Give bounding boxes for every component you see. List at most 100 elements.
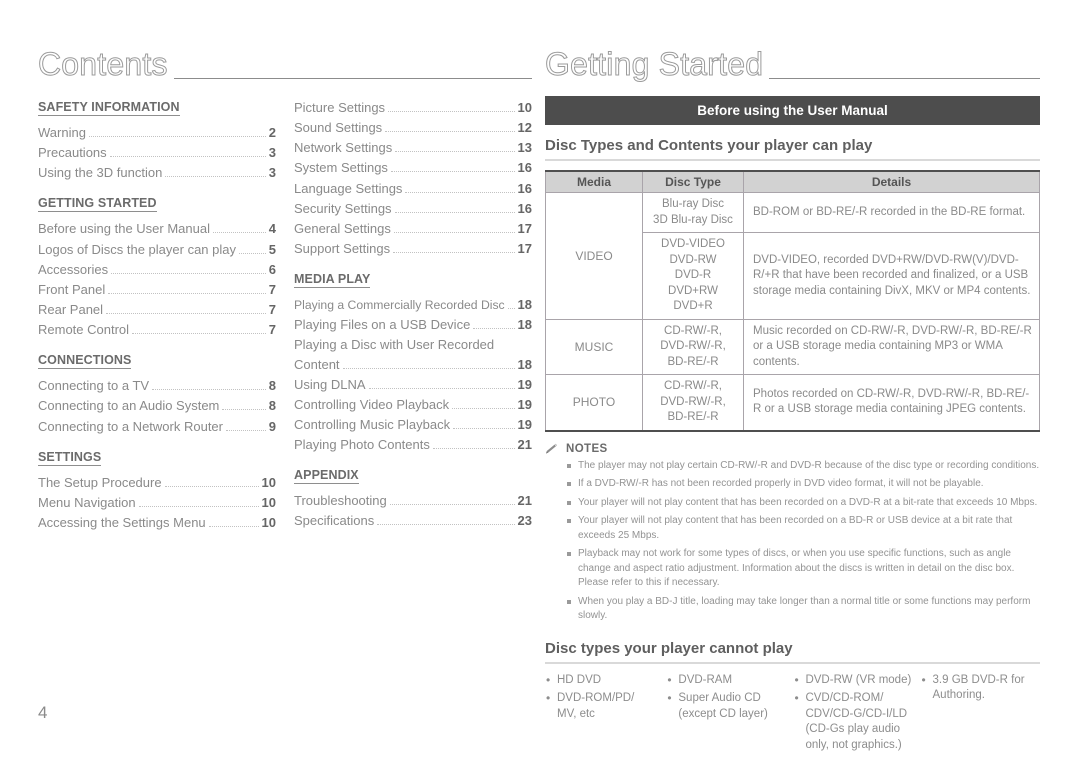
- toc-columns: SAFETY INFORMATION Warning 2 Precautions…: [38, 98, 532, 533]
- cell-disc-type: Blu-ray Disc 3D Blu-ray Disc: [642, 191, 744, 234]
- toc-entry-label: Picture Settings: [294, 100, 386, 115]
- toc-entry[interactable]: Precautions 3: [38, 143, 276, 163]
- disc-type-line: DVD-RW/-R,: [660, 395, 726, 408]
- notes-label: NOTES: [566, 442, 608, 455]
- table-head: Media Disc Type Details: [545, 171, 1040, 193]
- toc-entry-label: Accessing the Settings Menu: [38, 514, 206, 530]
- subsection-heading-disc-types-cannot-play: Disc types your player cannot play: [545, 640, 1040, 664]
- toc-entry-page: 19: [517, 376, 532, 392]
- cannot-play-item-continuation: CDV/CD-G/CD-I/LD: [805, 707, 908, 720]
- toc-entry[interactable]: Warning 2: [38, 123, 276, 143]
- cell-details: Photos recorded on CD-RW/-R, DVD-RW/-R, …: [743, 374, 1040, 432]
- toc-entry[interactable]: Playing Files on a USB Device 18: [294, 315, 532, 335]
- toc-entry-page: 4: [268, 221, 276, 237]
- toc-entry[interactable]: Front Panel 7: [38, 280, 276, 300]
- cannot-play-item: DVD-RW (VR mode): [793, 672, 914, 689]
- disc-type-line: DVD-VIDEO: [661, 238, 725, 251]
- toc-entry[interactable]: Sound Settings 12: [294, 118, 532, 138]
- toc-leader-dots: [393, 251, 515, 253]
- toc-entry-page: 5: [268, 241, 276, 257]
- toc-leader-dots: [473, 328, 515, 330]
- toc-leader-dots: [164, 485, 259, 487]
- table-row: VIDEO Blu-ray Disc 3D Blu-ray Disc BD-RO…: [545, 191, 1040, 320]
- toc-entry[interactable]: Support Settings 17: [294, 239, 532, 259]
- toc-entry-label: Troubleshooting: [294, 493, 387, 509]
- toc-leader-dots: [225, 429, 266, 431]
- cannot-play-list: HD DVD DVD-ROM/PD/ MV, etc: [545, 672, 660, 723]
- toc-entry-label: Specifications: [294, 513, 375, 529]
- toc-entry[interactable]: Connecting to an Audio System 8: [38, 396, 276, 416]
- disc-type-line: DVD+R: [673, 300, 713, 313]
- toc-entry-page: 18: [517, 297, 532, 313]
- disc-type-line: CD-RW/-R,: [664, 324, 722, 337]
- toc-entry-page: 19: [517, 396, 532, 412]
- toc-entry[interactable]: Menu Navigation 10: [38, 493, 276, 513]
- pencil-icon: [545, 443, 559, 455]
- toc-entry[interactable]: Network Settings 13: [294, 138, 532, 158]
- toc-leader-dots: [453, 427, 515, 429]
- toc-entry[interactable]: System Settings 16: [294, 158, 532, 178]
- toc-entry[interactable]: Language Settings 16: [294, 179, 532, 199]
- toc-entry[interactable]: Connecting to a Network Router 9: [38, 417, 276, 437]
- toc-leader-dots: [452, 407, 515, 409]
- note-item: The player may not play certain CD-RW/-R…: [567, 459, 1040, 474]
- toc-leader-dots: [212, 232, 266, 234]
- subsection-heading-disc-types-can-play: Disc Types and Contents your player can …: [545, 137, 1040, 161]
- toc-entry-page: 23: [517, 513, 532, 529]
- toc-entry-label-line1: Playing a Disc with User Recorded: [294, 337, 495, 353]
- toc-entry[interactable]: Before using the User Manual 4: [38, 219, 276, 239]
- toc-entry-label: Playing a Commercially Recorded Disc: [294, 298, 505, 313]
- toc-entry-label: Support Settings: [294, 240, 391, 256]
- cannot-play-column-1: HD DVD DVD-ROM/PD/ MV, etc: [545, 672, 666, 757]
- toc-entry-page: 16: [517, 200, 532, 216]
- toc-entry[interactable]: Playing Photo Contents 21: [294, 435, 532, 455]
- toc-entry[interactable]: Playing a Disc with User Recorded Conten…: [294, 335, 532, 374]
- toc-entry[interactable]: Rear Panel 7: [38, 300, 276, 320]
- cannot-play-list: DVD-RW (VR mode) CVD/CD-ROM/ CDV/CD-G/CD…: [793, 672, 914, 754]
- toc-entry[interactable]: Picture Settings 10: [294, 98, 532, 118]
- toc-entry-page: 18: [517, 356, 532, 372]
- toc-entry[interactable]: Specifications 23: [294, 511, 532, 531]
- toc-leader-dots: [507, 308, 515, 310]
- toc-leader-dots: [388, 111, 515, 112]
- toc-leader-dots: [109, 156, 266, 158]
- toc-leader-dots: [111, 272, 266, 274]
- toc-entry-page: 7: [268, 301, 276, 317]
- disc-type-line: Blu-ray Disc: [662, 198, 724, 210]
- title-rule: [769, 78, 1040, 79]
- toc-entry[interactable]: Remote Control 7: [38, 320, 276, 340]
- toc-entry-page: 10: [261, 494, 276, 510]
- toc-leader-dots: [405, 191, 515, 193]
- toc-heading-media-play: MEDIA PLAY: [294, 272, 371, 289]
- toc-entry[interactable]: Playing a Commercially Recorded Disc 18: [294, 295, 532, 315]
- toc-heading-getting-started: GETTING STARTED: [38, 196, 157, 213]
- toc-leader-dots: [152, 389, 266, 391]
- toc-entry[interactable]: Security Settings 16: [294, 199, 532, 219]
- toc-entry[interactable]: Using the 3D function 3: [38, 163, 276, 183]
- toc-entry-label: Language Settings: [294, 180, 403, 196]
- cannot-play-column-2: DVD-RAM Super Audio CD (except CD layer): [666, 672, 793, 757]
- toc-entry-page: 21: [517, 493, 532, 509]
- toc-entry[interactable]: Accessing the Settings Menu 10: [38, 513, 276, 533]
- toc-entry-page: 17: [517, 220, 532, 236]
- notes-list: The player may not play certain CD-RW/-R…: [545, 459, 1040, 624]
- cell-details: Music recorded on CD-RW/-R, DVD-RW/-R, B…: [743, 318, 1040, 376]
- toc-entry[interactable]: General Settings 17: [294, 219, 532, 239]
- disc-types-table: Media Disc Type Details VIDEO Blu-ray Di…: [545, 170, 1040, 432]
- toc-leader-dots: [88, 136, 266, 137]
- toc-entry[interactable]: Accessories 6: [38, 260, 276, 280]
- toc-entry-page: 10: [261, 514, 276, 530]
- toc-entry[interactable]: Controlling Music Playback 19: [294, 415, 532, 435]
- toc-entry[interactable]: Using DLNA 19: [294, 375, 532, 395]
- toc-entry-label: Controlling Video Playback: [294, 396, 450, 412]
- toc-entry[interactable]: Controlling Video Playback 19: [294, 395, 532, 415]
- toc-entry[interactable]: Troubleshooting 21: [294, 491, 532, 511]
- cannot-play-item-continuation: (except CD layer): [678, 707, 768, 720]
- cannot-play-item: HD DVD: [545, 672, 660, 689]
- toc-entry-label: Logos of Discs the player can play: [38, 241, 236, 257]
- toc-entry-label: Sound Settings: [294, 120, 383, 136]
- toc-entry[interactable]: Connecting to a TV 8: [38, 376, 276, 396]
- toc-entry[interactable]: Logos of Discs the player can play 5: [38, 240, 276, 260]
- toc-leader-dots: [239, 252, 266, 254]
- toc-entry[interactable]: The Setup Procedure 10: [38, 473, 276, 493]
